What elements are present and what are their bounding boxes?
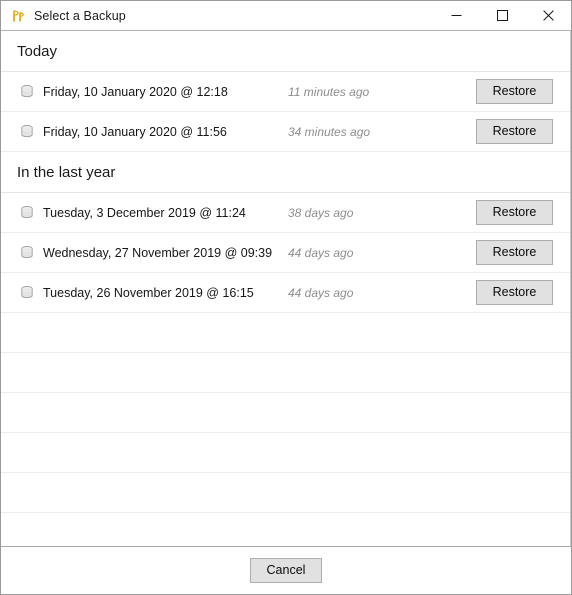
backup-timestamp: Tuesday, 26 November 2019 @ 16:15 (43, 285, 254, 300)
restore-button[interactable]: Restore (476, 79, 553, 104)
empty-row (1, 473, 570, 513)
dialog-footer: Cancel (1, 546, 571, 594)
minimize-icon[interactable] (433, 1, 479, 30)
restore-button[interactable]: Restore (476, 200, 553, 225)
backup-relative-time: 44 days ago (288, 245, 354, 260)
restore-button[interactable]: Restore (476, 240, 553, 265)
backup-row[interactable]: Wednesday, 27 November 2019 @ 09:39 44 d… (1, 233, 570, 273)
backup-relative-time: 11 minutes ago (288, 84, 370, 99)
title-bar: Select a Backup (1, 1, 571, 31)
backup-row[interactable]: Friday, 10 January 2020 @ 12:18 11 minut… (1, 72, 570, 112)
backup-timestamp: Friday, 10 January 2020 @ 11:56 (43, 124, 227, 139)
database-icon (19, 245, 35, 261)
restore-button[interactable]: Restore (476, 119, 553, 144)
empty-row (1, 433, 570, 473)
database-icon (19, 205, 35, 221)
section-header-in-the-last-year: In the last year (1, 152, 570, 193)
backup-row[interactable]: Tuesday, 26 November 2019 @ 16:15 44 day… (1, 273, 570, 313)
empty-row (1, 353, 570, 393)
database-icon (19, 124, 35, 140)
app-logo-icon (10, 8, 26, 24)
section-header-label: In the last year (17, 163, 116, 181)
backup-timestamp: Friday, 10 January 2020 @ 12:18 (43, 84, 228, 99)
empty-row (1, 313, 570, 353)
restore-button[interactable]: Restore (476, 280, 553, 305)
backup-list[interactable]: Today Friday, 10 January 2020 @ 12:18 11… (1, 31, 571, 546)
database-icon (19, 285, 35, 301)
backup-row[interactable]: Friday, 10 January 2020 @ 11:56 34 minut… (1, 112, 570, 152)
section-header-today: Today (1, 31, 570, 72)
select-backup-dialog: Select a Backup Today Friday, 10 January… (0, 0, 572, 595)
backup-row[interactable]: Tuesday, 3 December 2019 @ 11:24 38 days… (1, 193, 570, 233)
backup-relative-time: 38 days ago (288, 205, 354, 220)
backup-relative-time: 34 minutes ago (288, 124, 371, 139)
empty-row (1, 393, 570, 433)
backup-timestamp: Wednesday, 27 November 2019 @ 09:39 (43, 245, 273, 260)
close-icon[interactable] (525, 1, 571, 30)
backup-timestamp: Tuesday, 3 December 2019 @ 11:24 (43, 205, 246, 220)
window-controls (433, 1, 571, 30)
cancel-button[interactable]: Cancel (250, 558, 322, 583)
window-title: Select a Backup (34, 8, 126, 23)
backup-relative-time: 44 days ago (288, 285, 354, 300)
section-header-label: Today (17, 42, 58, 60)
maximize-icon[interactable] (479, 1, 525, 30)
database-icon (19, 84, 35, 100)
empty-row (1, 513, 570, 546)
